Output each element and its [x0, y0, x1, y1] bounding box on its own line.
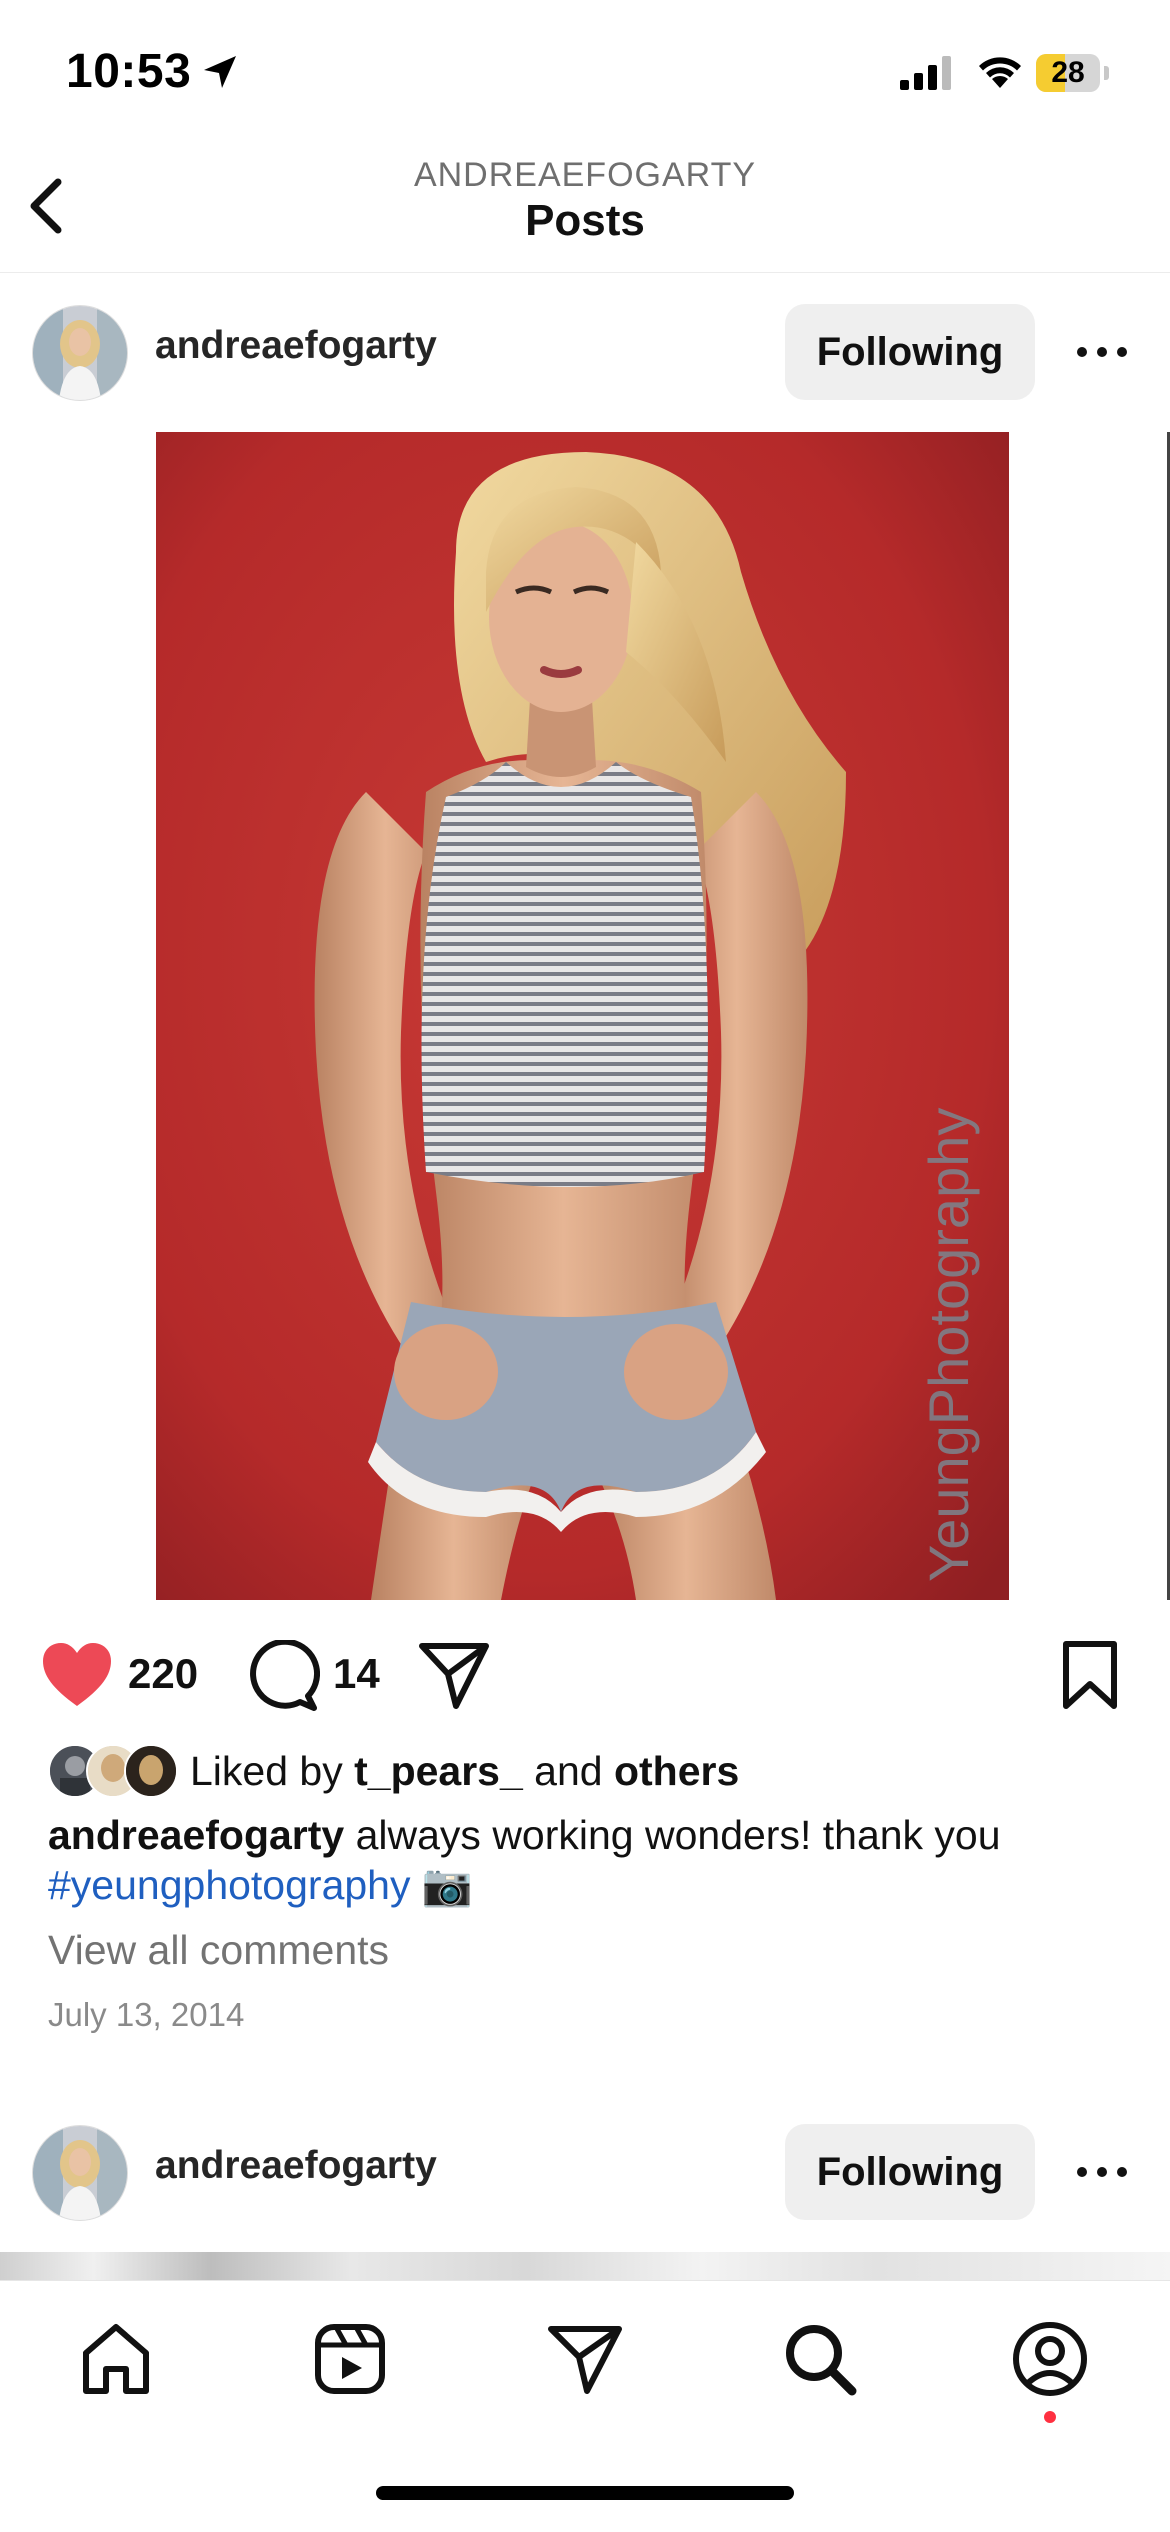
- profile-icon[interactable]: [1010, 2319, 1090, 2399]
- battery-nub: [1104, 66, 1109, 80]
- location-arrow-icon: [204, 56, 236, 88]
- liked-by-others[interactable]: others: [614, 1748, 739, 1794]
- liker-avatar: [124, 1744, 178, 1798]
- post-username[interactable]: andreaefogarty: [155, 2144, 437, 2188]
- direct-message-icon[interactable]: [545, 2319, 625, 2399]
- page-title: Posts: [525, 196, 645, 245]
- liked-by-prefix: Liked by: [190, 1748, 355, 1794]
- battery-percent: 28: [1051, 56, 1085, 89]
- liked-by-and: and: [522, 1748, 614, 1794]
- following-button[interactable]: Following: [785, 304, 1035, 400]
- avatar[interactable]: [32, 305, 128, 401]
- reels-icon[interactable]: [310, 2319, 390, 2399]
- post-media[interactable]: YeungPhotography: [0, 432, 1170, 1600]
- next-post-media[interactable]: [0, 2252, 1170, 2280]
- status-bar: 10:53 28: [0, 0, 1170, 150]
- liked-by-row[interactable]: Liked by t_pears_ and others: [0, 1740, 1170, 1800]
- nav-username: ANDREAEFOGARTY: [413, 156, 757, 194]
- comment-icon[interactable]: [248, 1640, 320, 1712]
- liked-by-user[interactable]: t_pears_: [354, 1748, 523, 1794]
- more-options-icon[interactable]: [1072, 338, 1132, 366]
- bookmark-icon[interactable]: [1060, 1640, 1120, 1712]
- heart-icon[interactable]: [40, 1640, 114, 1710]
- post-actions: 220 14: [0, 1600, 1170, 1750]
- likes-count[interactable]: 220: [128, 1650, 198, 1698]
- post-username[interactable]: andreaefogarty: [155, 324, 437, 368]
- caption-text: always working wonders! thank you: [344, 1812, 1001, 1858]
- liked-by-text: Liked by t_pears_ and others: [190, 1748, 739, 1795]
- post-header: andreaefogarty Following: [0, 272, 1170, 432]
- camera-emoji: 📷: [421, 1862, 473, 1908]
- status-time: 10:53: [66, 45, 192, 98]
- post-date: July 13, 2014: [48, 1996, 245, 2033]
- caption-username[interactable]: andreaefogarty: [48, 1812, 344, 1858]
- avatar[interactable]: [32, 2125, 128, 2221]
- home-indicator: [376, 2486, 794, 2500]
- next-post-header: andreaefogarty Following: [0, 2092, 1170, 2252]
- home-icon[interactable]: [76, 2319, 156, 2399]
- comments-count[interactable]: 14: [333, 1650, 380, 1698]
- caption-hashtag[interactable]: #yeungphotography: [48, 1862, 410, 1908]
- photo-watermark: YeungPhotography: [917, 1108, 980, 1582]
- post-caption: andreaefogarty always working wonders! t…: [48, 1810, 1128, 1910]
- liker-avatars: [48, 1744, 188, 1798]
- app-screen: 10:53 28 ANDREAEFOGARTY Posts andreaefog…: [0, 0, 1170, 2532]
- cellular-signal-icon: [900, 56, 951, 90]
- post-photo: YeungPhotography: [156, 432, 1009, 1600]
- notification-dot: [1044, 2411, 1056, 2423]
- share-icon[interactable]: [418, 1640, 490, 1712]
- view-all-comments-link[interactable]: View all comments: [48, 1927, 389, 1974]
- more-options-icon[interactable]: [1072, 2158, 1132, 2186]
- search-icon[interactable]: [780, 2319, 860, 2399]
- nav-header: ANDREAEFOGARTY Posts: [0, 150, 1170, 273]
- wifi-icon: [979, 57, 1021, 88]
- following-button[interactable]: Following: [785, 2124, 1035, 2220]
- battery-icon: 28: [1036, 54, 1100, 92]
